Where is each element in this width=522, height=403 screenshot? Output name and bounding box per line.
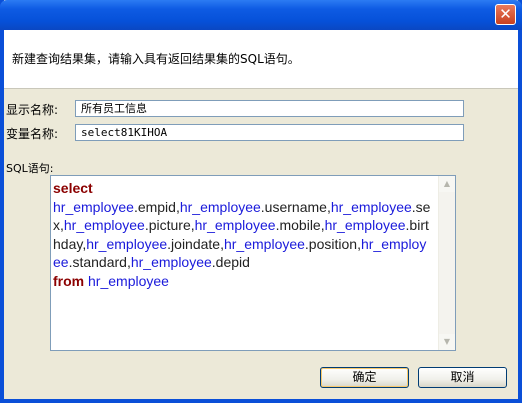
sql-token: hr_employee xyxy=(84,272,169,289)
sql-text: select hr_employee.empid,hr_employee.use… xyxy=(53,179,433,290)
sql-token: .depid xyxy=(211,254,250,270)
sql-token: from xyxy=(53,272,85,289)
sql-token: hr_employee xyxy=(223,235,305,252)
sql-token: .picture, xyxy=(144,217,195,233)
sql-token: select xyxy=(53,180,93,196)
sql-token: hr_employee xyxy=(86,235,168,252)
sql-token: hr_employee xyxy=(194,217,276,233)
variable-name-field[interactable]: select81KIHOA xyxy=(75,124,464,141)
sql-token: hr_employee xyxy=(53,198,134,215)
dialog-instruction: 新建查询结果集，请输入具有返回结果集的SQL语句。 xyxy=(12,52,300,66)
sql-token: .empid, xyxy=(133,198,180,215)
sql-token: hr_employee xyxy=(324,217,406,233)
variable-name-label: 变量名称: xyxy=(6,127,59,141)
close-icon: ✕ xyxy=(499,5,512,23)
dialog-window: ✕ 新建查询结果集，请输入具有返回结果集的SQL语句。 显示名称: 所有员工信息… xyxy=(0,0,522,403)
scroll-down-icon[interactable]: ▼ xyxy=(439,334,455,350)
display-name-label: 显示名称: xyxy=(6,103,59,117)
sql-token: .position, xyxy=(304,235,361,252)
vertical-scrollbar[interactable]: ▲ ▼ xyxy=(438,176,455,350)
sql-label: SQL语句: xyxy=(6,162,54,175)
title-bar[interactable]: ✕ xyxy=(0,0,522,30)
sql-token: hr_employee xyxy=(130,254,212,270)
close-button[interactable]: ✕ xyxy=(495,4,516,25)
dialog-header: 新建查询结果集，请输入具有返回结果集的SQL语句。 xyxy=(4,30,518,89)
sql-token: .standard, xyxy=(68,254,131,270)
sql-token: .username, xyxy=(260,198,331,215)
sql-token: hr_employee xyxy=(63,217,145,233)
ok-button[interactable]: 确定 xyxy=(320,367,409,388)
sql-token: hr_employee xyxy=(330,198,412,215)
sql-token: .mobile, xyxy=(275,217,325,233)
display-name-field[interactable]: 所有员工信息 xyxy=(75,100,464,117)
cancel-button[interactable]: 取消 xyxy=(418,367,507,388)
sql-token: hr_employee xyxy=(179,198,261,215)
sql-token: .joindate, xyxy=(167,235,224,252)
sql-editor[interactable]: select hr_employee.empid,hr_employee.use… xyxy=(50,175,456,351)
scroll-up-icon[interactable]: ▲ xyxy=(439,176,455,192)
